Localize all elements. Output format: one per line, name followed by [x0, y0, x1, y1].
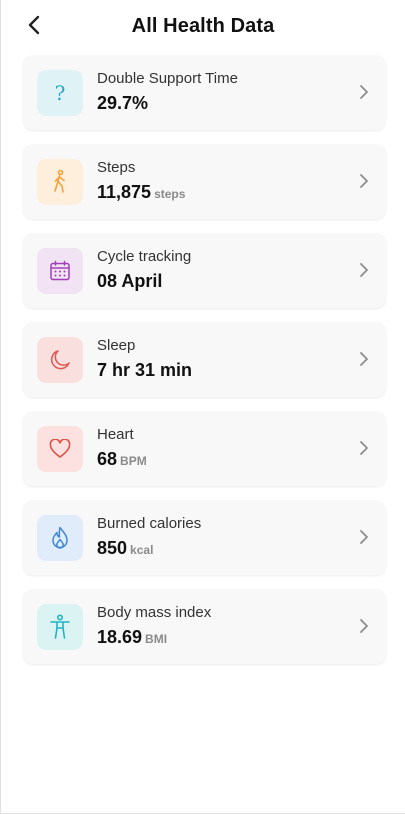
icon-tile — [37, 158, 83, 205]
header: All Health Data — [1, 0, 405, 52]
health-item-double-support-time[interactable]: ? Double Support Time 29.7% — [23, 55, 386, 130]
icon-tile — [37, 603, 83, 650]
item-value: 7 hr 31 min — [97, 359, 193, 380]
item-value: 68 — [97, 448, 118, 469]
page-title: All Health Data — [131, 15, 275, 37]
walking-person-icon — [54, 169, 65, 193]
health-data-screen: All Health Data ? Double Support Time 29… — [0, 0, 405, 814]
item-unit: kcal — [130, 542, 154, 557]
chevron-right-icon — [360, 263, 368, 277]
heart-icon — [49, 438, 71, 458]
health-data-list: ? Double Support Time 29.7% Steps 11,875… — [23, 55, 386, 678]
health-item-cycle-tracking[interactable]: Cycle tracking 08 April — [23, 233, 386, 308]
item-unit: BMI — [145, 631, 168, 646]
health-item-sleep[interactable]: Sleep 7 hr 31 min — [23, 322, 386, 397]
item-value: 29.7% — [97, 92, 149, 113]
chevron-right-icon — [360, 530, 368, 544]
icon-tile — [37, 336, 83, 383]
item-value: 08 April — [97, 270, 163, 291]
moon-icon — [50, 349, 70, 369]
item-unit: BPM — [120, 453, 147, 468]
item-value: 11,875 — [97, 181, 152, 202]
calendar-icon — [50, 260, 70, 280]
item-label: Body mass index — [97, 603, 212, 621]
question-icon: ? — [54, 80, 66, 105]
flame-icon — [52, 526, 68, 549]
item-value: 18.69 — [97, 626, 143, 647]
item-label: Steps — [97, 158, 136, 176]
chevron-right-icon — [360, 352, 368, 366]
item-unit: steps — [154, 186, 186, 201]
item-label: Burned calories — [97, 514, 202, 532]
icon-tile — [37, 514, 83, 561]
chevron-right-icon — [360, 85, 368, 99]
item-label: Cycle tracking — [97, 247, 192, 265]
health-item-burned-calories[interactable]: Burned calories 850 kcal — [23, 500, 386, 575]
icon-tile: ? — [37, 69, 83, 116]
item-value: 850 — [97, 537, 128, 558]
icon-tile — [37, 425, 83, 472]
item-label: Double Support Time — [97, 69, 238, 87]
body-icon — [50, 613, 70, 639]
item-label: Sleep — [97, 336, 136, 354]
chevron-right-icon — [360, 619, 368, 633]
health-item-body-mass-index[interactable]: Body mass index 18.69 BMI — [23, 589, 386, 664]
item-label: Heart — [97, 425, 134, 443]
health-item-heart[interactable]: Heart 68 BPM — [23, 411, 386, 486]
icon-tile — [37, 247, 83, 294]
chevron-right-icon — [360, 441, 368, 455]
health-item-steps[interactable]: Steps 11,875 steps — [23, 144, 386, 219]
chevron-right-icon — [360, 174, 368, 188]
